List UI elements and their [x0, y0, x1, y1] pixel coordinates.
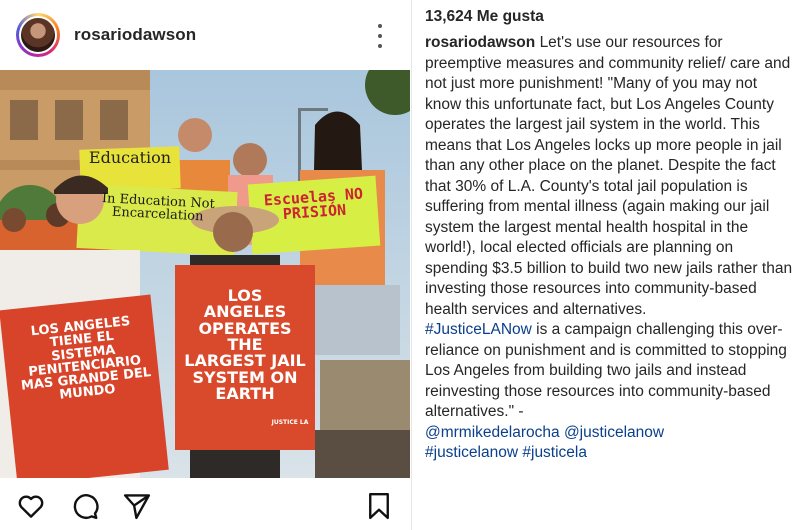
sign-education-top: Education: [88, 148, 172, 167]
hashtag-justicelanow-lead[interactable]: #JusticeLANow: [425, 321, 532, 338]
avatar[interactable]: [19, 16, 57, 54]
caption-panel: 13,624 Me gusta rosariodawson Let's use …: [425, 8, 795, 464]
post-header: rosariodawson: [0, 0, 412, 70]
mention-mrmikedelarocha[interactable]: @mrmikedelarocha: [425, 424, 560, 441]
sign-brand: JUSTICE LA: [271, 419, 309, 426]
likes-number: 13,624: [425, 8, 473, 25]
sign-red-right: LOS ANGELES OPERATES THE LARGEST JAIL SY…: [184, 286, 306, 403]
post-photo[interactable]: Education In Education Not Encarcelation…: [0, 70, 410, 478]
hashtag-justicela[interactable]: #justicela: [522, 444, 587, 461]
instagram-post: rosariodawson Education In Education Not…: [0, 0, 412, 530]
likes-label: Me gusta: [476, 8, 544, 25]
hashtag-justicelanow[interactable]: #justicelanow: [425, 444, 518, 461]
likes-count[interactable]: 13,624 Me gusta: [425, 8, 795, 32]
comment-bubble-icon[interactable]: [70, 491, 100, 521]
post-username[interactable]: rosariodawson: [74, 25, 196, 45]
sign-red-left: LOS ANGELES TIENE EL SISTEMA PENITENCIAR…: [20, 314, 152, 403]
story-ring[interactable]: [16, 13, 60, 57]
save-bookmark-icon[interactable]: [364, 491, 394, 521]
like-heart-icon[interactable]: [16, 491, 46, 521]
post-caption: rosariodawson Let's use our resources fo…: [425, 33, 795, 464]
share-send-icon[interactable]: [122, 491, 152, 521]
protest-photo-illustration: [0, 70, 410, 478]
post-actions: [0, 478, 410, 530]
more-options-icon[interactable]: [376, 24, 384, 48]
caption-body: Let's use our resources for preemptive m…: [425, 34, 793, 318]
mention-justicelanow[interactable]: @justicelanow: [564, 424, 664, 441]
caption-username[interactable]: rosariodawson: [425, 34, 535, 51]
